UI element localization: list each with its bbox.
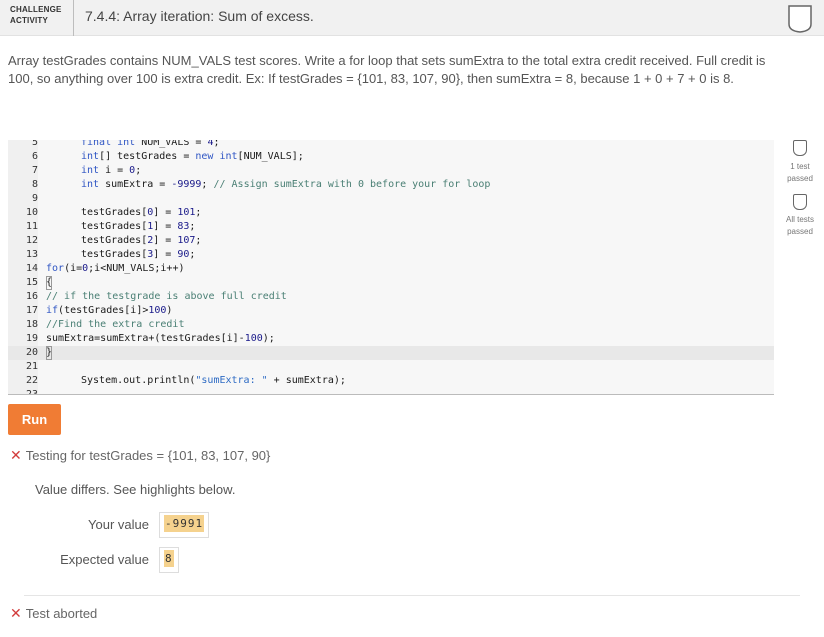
activity-header: CHALLENGE ACTIVITY 7.4.4: Array iteratio…	[0, 0, 824, 36]
code-line: 10 testGrades[0] = 101;	[25, 207, 202, 218]
code-line: 9	[31, 193, 38, 204]
expected-value-label: Expected value	[60, 552, 149, 567]
code-line: 11 testGrades[1] = 83;	[25, 221, 196, 232]
testing-result-line: ✕ Testing for testGrades = {101, 83, 107,…	[10, 447, 270, 464]
code-line: 16// if the testgrade is above full cred…	[25, 291, 287, 302]
challenge-activity-badge: CHALLENGE ACTIVITY	[0, 0, 74, 36]
code-line: 8 int sumExtra = -9999; // Assign sumExtr…	[31, 179, 491, 190]
completion-shield-icon	[788, 5, 812, 33]
badge-line-1: CHALLENGE	[10, 5, 62, 14]
code-line: 21	[25, 361, 38, 372]
code-line: 22 System.out.println("sumExtra: " + sumE…	[25, 375, 346, 386]
code-line: 15{	[25, 276, 53, 290]
test-all-status: All tests passed	[785, 215, 814, 236]
code-line: 14 for(i=0;i<NUM_VALS;i++)	[25, 263, 185, 274]
test-aborted-line: ✕ Test aborted	[10, 605, 97, 622]
code-line: 6 int[] testGrades = new int[NUM_VALS];	[31, 151, 304, 162]
activity-title: 7.4.4: Array iteration: Sum of excess.	[85, 8, 314, 24]
code-line: 5 final int NUM_VALS = 4;	[31, 140, 220, 148]
test-1-shield-icon	[793, 140, 807, 156]
code-line-active: 20}	[8, 346, 774, 360]
differs-message: Value differs. See highlights below.	[35, 482, 236, 497]
your-value: -9991	[164, 515, 205, 532]
badge-line-2: ACTIVITY	[10, 16, 49, 25]
your-value-label: Your value	[88, 517, 149, 532]
expected-value-box: 8	[159, 547, 179, 573]
fail-x-icon: ✕	[10, 447, 22, 463]
code-line: 13 testGrades[3] = 90;	[25, 249, 196, 260]
code-line: 7 int i = 0;	[31, 165, 142, 176]
your-value-box: -9991	[159, 512, 210, 538]
code-line: 18//Find the extra credit	[25, 319, 185, 330]
code-line: 23	[25, 389, 38, 395]
code-line: 17 if(testGrades[i]>100)	[25, 305, 173, 316]
code-line: 19 sumExtra=sumExtra+(testGrades[i]-100);	[25, 333, 275, 344]
run-button[interactable]: Run	[8, 404, 61, 435]
testing-text: Testing for testGrades = {101, 83, 107, …	[25, 448, 271, 463]
code-editor[interactable]: 5 final int NUM_VALS = 4; 6 int[] testGrad…	[8, 140, 774, 395]
test-1-status: 1 test passed	[787, 162, 813, 183]
divider	[24, 595, 800, 596]
fail-x-icon: ✕	[10, 605, 22, 621]
aborted-text: Test aborted	[25, 606, 98, 621]
code-line: 12 testGrades[2] = 107;	[25, 235, 202, 246]
problem-description: Array testGrades contains NUM_VALS test …	[8, 53, 766, 86]
test-all-shield-icon	[793, 194, 807, 210]
expected-value: 8	[164, 550, 174, 567]
